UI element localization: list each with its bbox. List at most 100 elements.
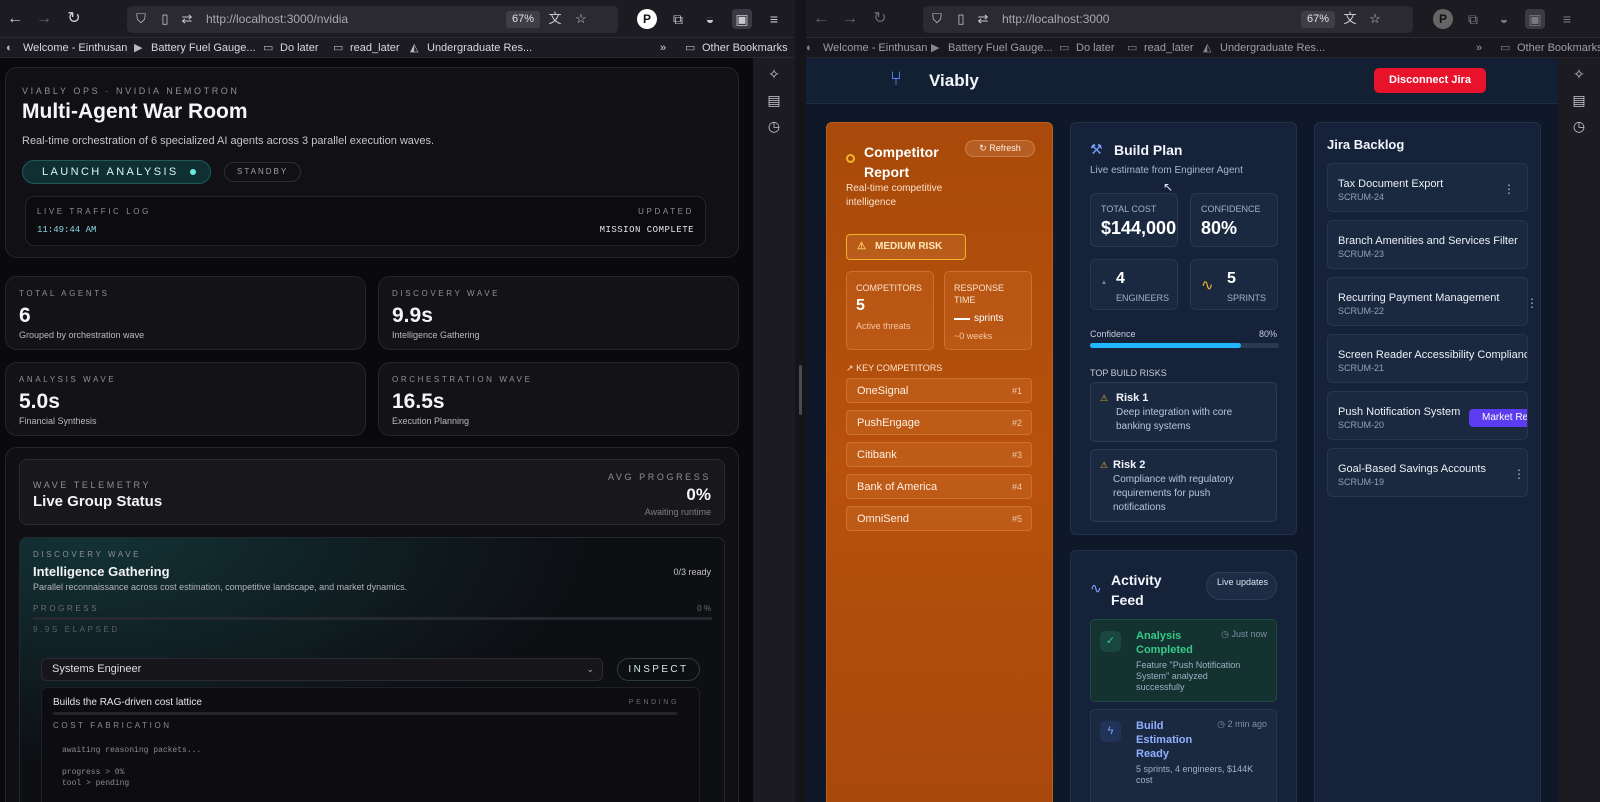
sidebar-toggle-icon[interactable]: ▣: [1525, 9, 1545, 29]
build-plan-subtitle: Live estimate from Engineer Agent: [1090, 165, 1243, 176]
jira-issue-item[interactable]: Screen Reader Accessibility Compliance S…: [1327, 334, 1528, 383]
bookmark-item[interactable]: ◭ Undergraduate Res...: [1203, 40, 1325, 56]
competitor-item[interactable]: PushEngage #2: [846, 410, 1032, 435]
drag-chip[interactable]: Market Re: [1469, 409, 1527, 427]
extensions-icon[interactable]: ⧉: [1463, 9, 1483, 29]
bookmark-item[interactable]: ▶ Battery Fuel Gauge...: [134, 40, 256, 56]
disconnect-jira-button[interactable]: Disconnect Jira: [1374, 68, 1486, 93]
agent-select[interactable]: Systems Engineer ⌄: [41, 658, 603, 681]
bookmark-folder[interactable]: ▭ Do later: [263, 40, 319, 56]
sidebar-toggle-icon[interactable]: ▣: [732, 9, 752, 29]
translate-icon[interactable]: 文: [1342, 11, 1358, 27]
more-options-icon[interactable]: ⋮: [1503, 182, 1515, 196]
bookmark-folder[interactable]: ▭ read_later: [333, 40, 400, 56]
bookmarks-overflow-icon[interactable]: »: [660, 40, 666, 56]
bookmark-item[interactable]: ▶ Battery Fuel Gauge...: [931, 40, 1053, 56]
ai-sparkle-icon[interactable]: ✧: [764, 64, 784, 84]
back-icon[interactable]: ←: [4, 8, 26, 30]
bookmark-folder[interactable]: ▭ read_later: [1127, 40, 1194, 56]
jira-issue-item[interactable]: Goal-Based Savings Accounts SCRUM-19 ⋮: [1327, 448, 1528, 497]
dash-icon: [954, 318, 970, 320]
more-options-icon[interactable]: ⋮: [1513, 467, 1525, 481]
inspect-button[interactable]: INSPECT: [617, 658, 700, 681]
reload-icon[interactable]: ↻: [63, 8, 85, 30]
jira-issue-key: SCRUM-24: [1338, 192, 1385, 202]
theme-extension-icon[interactable]: ◒: [700, 9, 720, 29]
jira-issue-item[interactable]: Tax Document Export SCRUM-24 ⋮: [1327, 163, 1528, 212]
confidence-progress-bar: [1090, 343, 1279, 348]
forward-icon[interactable]: →: [33, 8, 55, 30]
avg-progress-sub: Awaiting runtime: [644, 507, 711, 517]
bookmark-star-icon[interactable]: ☆: [573, 11, 589, 27]
bookmarks-overflow-icon[interactable]: »: [1476, 40, 1482, 56]
competitor-item[interactable]: OmniSend #5: [846, 506, 1032, 531]
jira-issue-key: SCRUM-23: [1338, 249, 1385, 259]
bookmark-favicon-icon: ◐: [806, 42, 813, 54]
sprints-value: 5: [1227, 270, 1236, 287]
refresh-label: Refresh: [989, 143, 1021, 153]
back-icon[interactable]: ←: [810, 8, 832, 30]
bookmark-folder[interactable]: ▭ Do later: [1059, 40, 1115, 56]
competitor-name: OmniSend: [857, 513, 909, 525]
forward-icon[interactable]: →: [839, 8, 861, 30]
bookmark-item[interactable]: ◐ Welcome - Einthusan: [6, 40, 127, 56]
zoom-indicator[interactable]: 67%: [506, 11, 541, 28]
wave-progress-bar: [33, 617, 712, 620]
address-bar[interactable]: ⛉ ▯ ⇄ http://localhost:3000/nvidia 67% 文…: [127, 6, 618, 33]
engineers-box: ▲ 4 ENGINEERS: [1090, 259, 1178, 310]
jira-issue-item[interactable]: Push Notification System SCRUM-20 Market…: [1327, 391, 1528, 440]
chevron-down-icon: ⌄: [586, 664, 594, 674]
pinterest-extension-icon[interactable]: P: [637, 9, 657, 29]
bookmark-star-icon[interactable]: ☆: [1367, 11, 1383, 27]
shield-icon[interactable]: ⛉: [929, 11, 945, 27]
reload-icon[interactable]: ↻: [869, 8, 891, 30]
launch-analysis-button[interactable]: LAUNCH ANALYSIS: [22, 160, 211, 184]
stat-card-total-agents: TOTAL AGENTS 6 Grouped by orchestration …: [5, 276, 366, 350]
bookmark-item[interactable]: ◐ Welcome - Einthusan: [806, 40, 927, 56]
pulse-icon: ∿: [1090, 580, 1102, 596]
synced-tabs-icon[interactable]: ▤: [764, 90, 784, 110]
permissions-icon[interactable]: ⇄: [179, 11, 195, 27]
competitor-item[interactable]: OneSignal #1: [846, 378, 1032, 403]
refresh-button[interactable]: ↻ Refresh: [965, 140, 1035, 157]
competitors-count-box: COMPETITORS 5 Active threats: [846, 271, 934, 350]
history-icon[interactable]: ◷: [764, 116, 784, 136]
synced-tabs-icon[interactable]: ▤: [1569, 90, 1589, 110]
zoom-indicator[interactable]: 67%: [1301, 11, 1336, 28]
url-text[interactable]: http://localhost:3000/nvidia: [206, 12, 348, 26]
history-icon[interactable]: ◷: [1569, 116, 1589, 136]
other-bookmarks[interactable]: ▭ Other Bookmarks: [685, 40, 788, 56]
stat-label: DISCOVERY WAVE: [392, 289, 501, 298]
response-time-sub: ~0 weeks: [954, 331, 993, 341]
translate-icon[interactable]: 文: [547, 11, 563, 27]
menu-icon[interactable]: ≡: [1557, 9, 1577, 29]
competitor-item[interactable]: Bank of America #4: [846, 474, 1032, 499]
ai-sparkle-icon[interactable]: ✧: [1569, 64, 1589, 84]
competitor-rank: #3: [1011, 450, 1022, 460]
telemetry-title: Live Group Status: [33, 493, 163, 510]
activity-item[interactable]: ✓ Analysis Completed ◷ Just now Feature …: [1090, 619, 1277, 702]
competitor-rank: #5: [1011, 514, 1022, 524]
window-split-divider[interactable]: [795, 0, 806, 802]
split-grip-handle[interactable]: [799, 365, 802, 415]
hammer-icon: ⚒: [1090, 141, 1103, 157]
jira-issue-item[interactable]: Recurring Payment Management SCRUM-22 ⋮: [1327, 277, 1538, 326]
shield-icon[interactable]: ⛉: [133, 11, 149, 27]
more-options-icon[interactable]: ⋮: [1526, 296, 1538, 310]
address-bar[interactable]: ⛉ ▯ ⇄ http://localhost:3000 67% 文 ☆: [923, 6, 1413, 33]
jira-issue-item[interactable]: Branch Amenities and Services Filter SCR…: [1327, 220, 1528, 269]
launch-analysis-label: LAUNCH ANALYSIS: [42, 166, 179, 178]
wave-ready-count: 0/3 ready: [673, 567, 711, 577]
permissions-icon[interactable]: ⇄: [975, 11, 991, 27]
bookmark-item[interactable]: ◭ Undergraduate Res...: [410, 40, 532, 56]
pinterest-extension-icon[interactable]: P: [1433, 9, 1453, 29]
url-text[interactable]: http://localhost:3000: [1002, 12, 1109, 26]
menu-icon[interactable]: ≡: [764, 9, 784, 29]
activity-item[interactable]: ϟ Build Estimation Ready ◷ 2 min ago 5 s…: [1090, 709, 1277, 802]
hero-card: VIABLY OPS · NVIDIA NEMOTRON Multi-Agent…: [5, 67, 739, 258]
total-cost-value: $144,000: [1101, 218, 1177, 238]
other-bookmarks[interactable]: ▭ Other Bookmarks: [1500, 40, 1600, 56]
theme-extension-icon[interactable]: ◒: [1494, 9, 1514, 29]
competitor-item[interactable]: Citibank #3: [846, 442, 1032, 467]
extensions-icon[interactable]: ⧉: [668, 9, 688, 29]
